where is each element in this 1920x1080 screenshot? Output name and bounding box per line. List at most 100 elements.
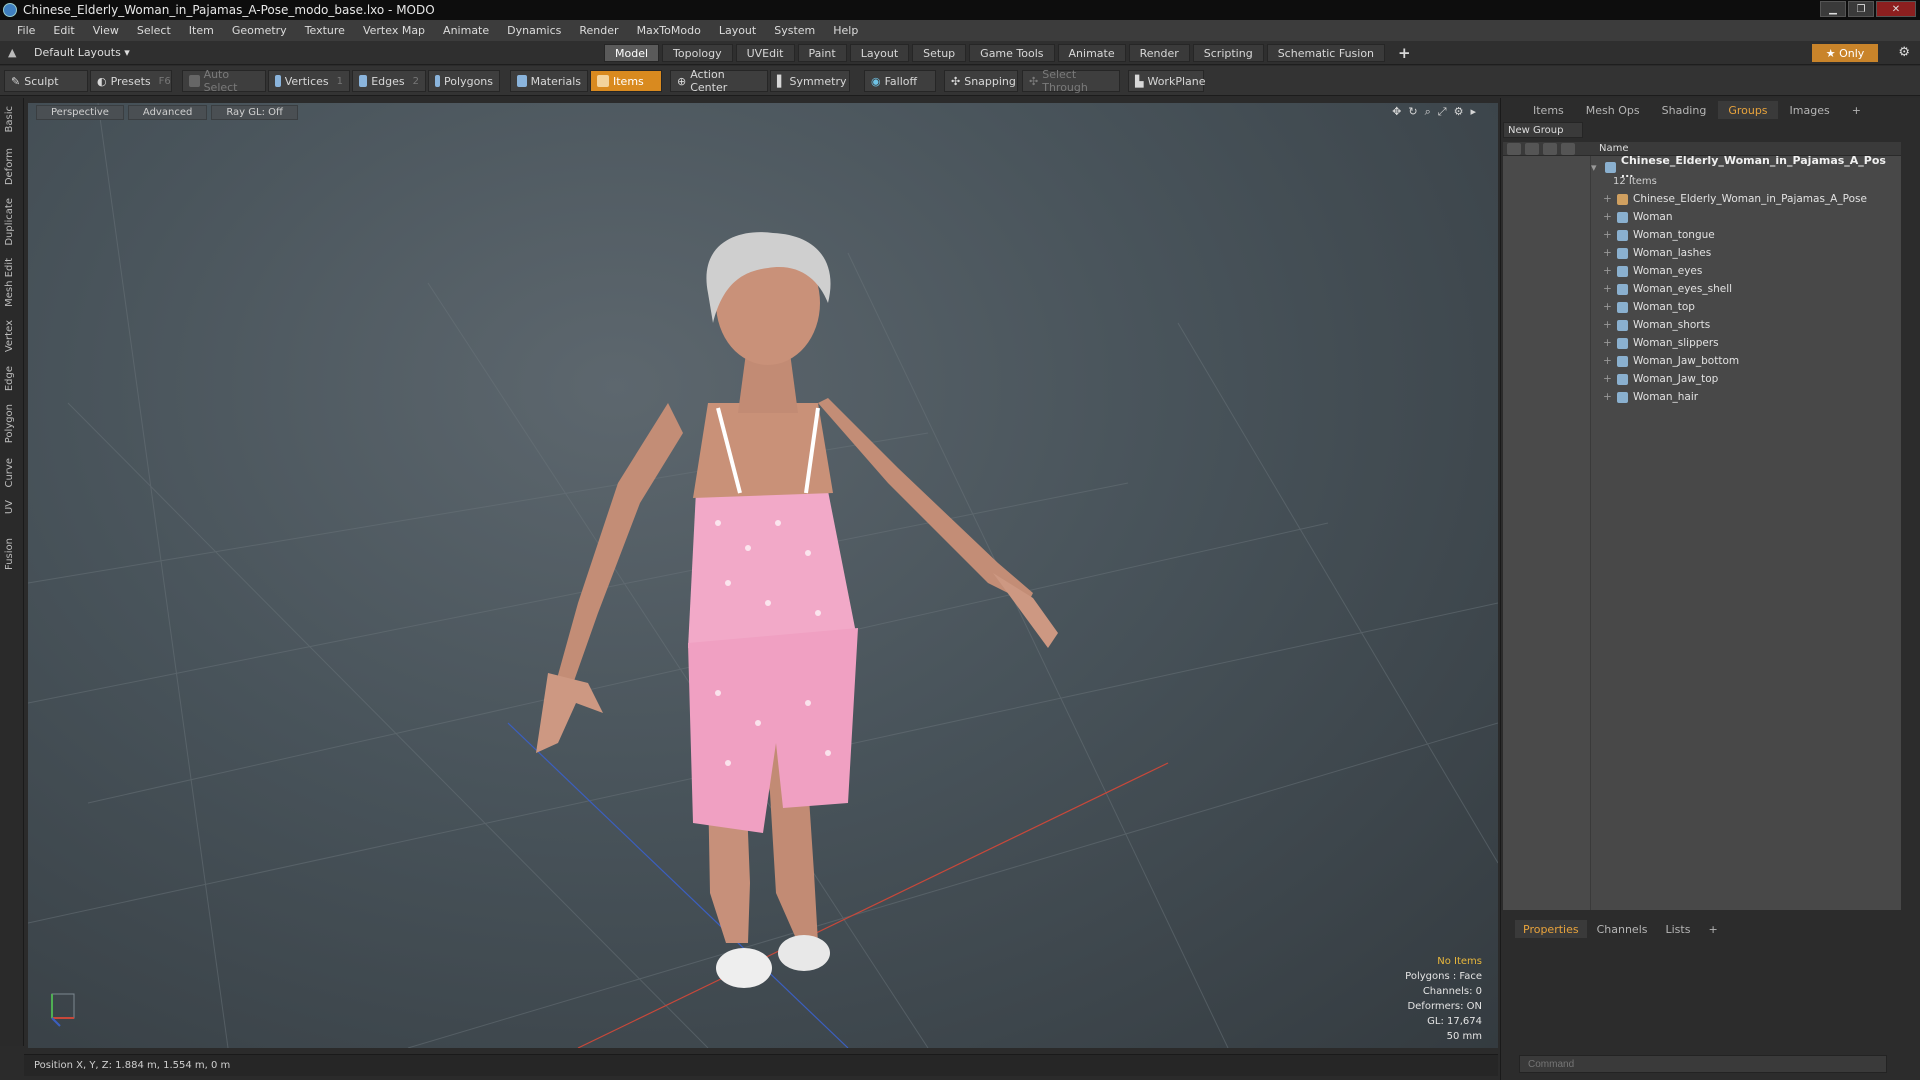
sculpt-button[interactable]: ✎ Sculpt xyxy=(4,70,88,92)
tree-item-woman-jaw-bottom[interactable]: + Woman_Jaw_bottom xyxy=(1603,352,1739,370)
polygons-button[interactable]: Polygons xyxy=(428,70,500,92)
viewport-menu-arrow-icon[interactable]: ▸ xyxy=(1470,105,1476,119)
tab-groups[interactable]: Groups xyxy=(1718,101,1778,119)
tree-item-woman-tongue[interactable]: + Woman_tongue xyxy=(1603,226,1715,244)
tab-lists[interactable]: Lists xyxy=(1658,920,1699,938)
new-group-button[interactable]: New Group xyxy=(1503,122,1583,138)
lock-icon[interactable] xyxy=(1543,142,1557,155)
tab-properties[interactable]: Properties xyxy=(1515,920,1587,938)
tree-item-woman-shorts[interactable]: + Woman_shorts xyxy=(1603,316,1710,334)
workplane-button[interactable]: ▙ WorkPlane xyxy=(1128,70,1206,92)
default-layouts-dropdown[interactable]: Default Layouts ▾ xyxy=(34,46,130,59)
zoom-icon[interactable]: ⌕ xyxy=(1425,105,1431,119)
only-toggle-button[interactable]: ★ Only xyxy=(1812,44,1878,62)
tree-item-woman-eyes-shell[interactable]: + Woman_eyes_shell xyxy=(1603,280,1732,298)
materials-button[interactable]: Materials xyxy=(510,70,588,92)
tab-schematic-fusion[interactable]: Schematic Fusion xyxy=(1266,44,1386,62)
tab-edge[interactable]: Edge xyxy=(4,366,15,391)
tab-duplicate[interactable]: Duplicate xyxy=(4,198,15,246)
snapping-button[interactable]: ✣ Snapping xyxy=(944,70,1018,92)
menu-system[interactable]: System xyxy=(765,24,824,37)
add-props-tab-button[interactable]: + xyxy=(1700,920,1725,938)
menu-geometry[interactable]: Geometry xyxy=(223,24,296,37)
fit-icon[interactable]: ⤢ xyxy=(1438,105,1447,119)
tab-curve[interactable]: Curve xyxy=(4,458,15,488)
tree-item-locator[interactable]: + Chinese_Elderly_Woman_in_Pajamas_A_Pose xyxy=(1603,190,1867,208)
maximize-icon[interactable]: ❐ xyxy=(1848,1,1874,17)
tab-layout[interactable]: Layout xyxy=(849,44,910,62)
tab-vertex[interactable]: Vertex xyxy=(4,320,15,352)
tab-scripting[interactable]: Scripting xyxy=(1192,44,1264,62)
tab-items[interactable]: Items xyxy=(1523,101,1574,119)
tab-uv[interactable]: UV xyxy=(4,500,15,514)
menu-vertex-map[interactable]: Vertex Map xyxy=(354,24,434,37)
add-tab-button[interactable]: + xyxy=(1388,44,1421,62)
locator-icon xyxy=(1617,193,1628,205)
add-panel-tab-button[interactable]: + xyxy=(1842,101,1871,119)
menu-layout[interactable]: Layout xyxy=(710,24,765,37)
command-input[interactable] xyxy=(1519,1055,1887,1073)
menu-render[interactable]: Render xyxy=(570,24,627,37)
tab-shading[interactable]: Shading xyxy=(1652,101,1717,119)
menu-dynamics[interactable]: Dynamics xyxy=(498,24,570,37)
tab-uvedit[interactable]: UVEdit xyxy=(735,44,795,62)
tab-mesh-edit[interactable]: Mesh Edit xyxy=(4,258,15,307)
menu-file[interactable]: File xyxy=(8,24,44,37)
tab-deform[interactable]: Deform xyxy=(4,148,15,185)
character-model[interactable] xyxy=(536,232,1058,988)
tab-render[interactable]: Render xyxy=(1128,44,1190,62)
perspective-dropdown[interactable]: Perspective xyxy=(36,104,124,120)
viewport-settings-icon[interactable]: ⚙ xyxy=(1454,105,1464,119)
menu-help[interactable]: Help xyxy=(824,24,867,37)
tree-item-woman-slippers[interactable]: + Woman_slippers xyxy=(1603,334,1719,352)
action-center-button[interactable]: ⊕ Action Center xyxy=(670,68,768,94)
tab-channels[interactable]: Channels xyxy=(1589,920,1656,938)
tree-item-woman-top[interactable]: + Woman_top xyxy=(1603,298,1695,316)
eye-icon[interactable] xyxy=(1507,142,1521,155)
auto-select-button[interactable]: Auto Select xyxy=(182,68,266,94)
layout-collapse-icon[interactable]: ▲ xyxy=(8,46,22,59)
rotate-icon[interactable]: ↻ xyxy=(1408,105,1417,119)
items-button[interactable]: Items xyxy=(590,70,662,92)
vertices-button[interactable]: Vertices 1 xyxy=(268,70,350,92)
menu-animate[interactable]: Animate xyxy=(434,24,498,37)
render-icon[interactable] xyxy=(1525,142,1539,155)
select-icon[interactable] xyxy=(1561,142,1575,155)
symmetry-button[interactable]: ▌ Symmetry xyxy=(770,70,850,92)
tab-basic[interactable]: Basic xyxy=(4,106,15,132)
tab-topology[interactable]: Topology xyxy=(662,44,733,62)
menu-select[interactable]: Select xyxy=(128,24,180,37)
tab-game-tools[interactable]: Game Tools xyxy=(969,44,1055,62)
3d-viewport[interactable]: Perspective Advanced Ray GL: Off ✥ ↻ ⌕ ⤢… xyxy=(28,103,1498,1048)
select-through-button[interactable]: ✣ Select Through xyxy=(1022,68,1120,94)
menu-item[interactable]: Item xyxy=(180,24,223,37)
tree-item-woman-jaw-top[interactable]: + Woman_Jaw_top xyxy=(1603,370,1718,388)
raygl-toggle[interactable]: Ray GL: Off xyxy=(211,104,298,120)
tree-item-woman[interactable]: + Woman xyxy=(1603,208,1673,226)
presets-button[interactable]: ◐ Presets F6 xyxy=(90,70,172,92)
tab-setup[interactable]: Setup xyxy=(912,44,967,62)
tab-polygon[interactable]: Polygon xyxy=(4,404,15,443)
close-icon[interactable]: ✕ xyxy=(1876,1,1916,17)
menu-texture[interactable]: Texture xyxy=(296,24,354,37)
minimize-icon[interactable]: ▁ xyxy=(1820,1,1846,17)
tab-model[interactable]: Model xyxy=(604,44,660,62)
tab-animate[interactable]: Animate xyxy=(1057,44,1126,62)
tree-item-woman-lashes[interactable]: + Woman_lashes xyxy=(1603,244,1711,262)
gear-icon[interactable]: ⚙ xyxy=(1898,45,1910,60)
menu-maxtomodo[interactable]: MaxToModo xyxy=(628,24,710,37)
menu-edit[interactable]: Edit xyxy=(44,24,83,37)
name-column-header[interactable]: Name xyxy=(1591,143,1629,154)
menu-view[interactable]: View xyxy=(84,24,128,37)
collapse-arrow-icon[interactable]: ▾ xyxy=(1591,161,1601,174)
tab-paint[interactable]: Paint xyxy=(797,44,847,62)
edges-button[interactable]: Edges 2 xyxy=(352,70,426,92)
pan-icon[interactable]: ✥ xyxy=(1392,105,1401,119)
tree-item-woman-eyes[interactable]: + Woman_eyes xyxy=(1603,262,1702,280)
falloff-button[interactable]: ◉ Falloff xyxy=(864,70,936,92)
tree-item-woman-hair[interactable]: + Woman_hair xyxy=(1603,388,1698,406)
tab-mesh-ops[interactable]: Mesh Ops xyxy=(1576,101,1650,119)
advanced-dropdown[interactable]: Advanced xyxy=(127,104,208,120)
tab-fusion[interactable]: Fusion xyxy=(4,538,15,570)
tab-images[interactable]: Images xyxy=(1780,101,1840,119)
